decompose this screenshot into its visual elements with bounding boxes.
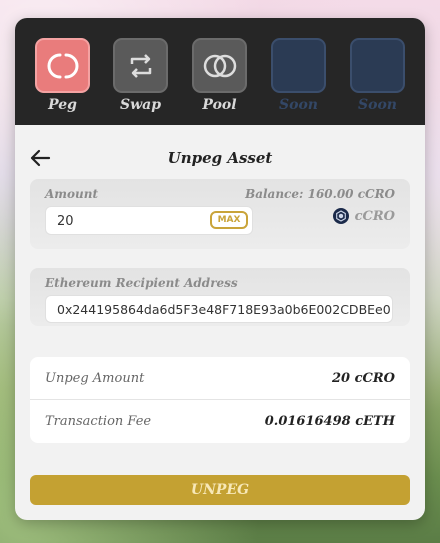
nav-label-soon-1: Soon [279, 97, 318, 113]
nav-item-soon-2: Soon [350, 38, 405, 113]
nav-label-pool: Pool [202, 97, 237, 113]
recipient-address-input[interactable]: 0x244195864da6d5F3e48F718E93a0b6E002CDBE… [45, 295, 393, 323]
nav-item-swap[interactable]: Swap [113, 38, 168, 113]
unpeg-panel: Peg Swap Pool Soon Soon Unpeg Asset Amou… [15, 18, 425, 520]
nav-item-pool[interactable]: Pool [192, 38, 247, 113]
token-name: cCRO [354, 208, 395, 224]
pool-icon [192, 38, 247, 93]
nav-label-soon-2: Soon [358, 97, 397, 113]
unpeg-amount-label: Unpeg Amount [45, 371, 145, 386]
page-title: Unpeg Asset [167, 149, 273, 167]
unpeg-amount-value: 20 cCRO [331, 371, 395, 386]
nav-label-peg: Peg [48, 97, 77, 113]
token-selector[interactable]: cCRO [332, 208, 395, 224]
balance-text: Balance: 160.00 cCRO [245, 187, 395, 201]
cro-token-icon [332, 208, 349, 224]
placeholder-tile [271, 38, 326, 93]
nav-bar: Peg Swap Pool Soon Soon [15, 18, 425, 125]
recipient-card: Ethereum Recipient Address 0x244195864da… [30, 268, 410, 326]
swap-icon [113, 38, 168, 93]
summary-divider [30, 399, 410, 400]
nav-label-swap: Swap [119, 97, 162, 113]
unpeg-content: Unpeg Asset Amount Balance: 160.00 cCRO … [15, 125, 425, 520]
max-button[interactable]: MAX [210, 211, 248, 229]
recipient-address-value: 0x244195864da6d5F3e48F718E93a0b6E002CDBE… [57, 302, 391, 317]
nav-item-peg[interactable]: Peg [35, 38, 90, 113]
fee-label: Transaction Fee [45, 414, 152, 429]
amount-label: Amount [45, 187, 99, 201]
peg-icon [35, 38, 90, 93]
amount-input[interactable]: 20 MAX [45, 206, 253, 235]
placeholder-tile [350, 38, 405, 93]
unpeg-button[interactable]: UNPEG [30, 475, 410, 505]
recipient-label: Ethereum Recipient Address [45, 276, 238, 290]
fee-value: 0.01616498 cETH [264, 414, 395, 429]
amount-card: Amount Balance: 160.00 cCRO 20 MAX cCRO [30, 179, 410, 249]
summary-card: Unpeg Amount 20 cCRO Transaction Fee 0.0… [30, 357, 410, 443]
nav-item-soon-1: Soon [271, 38, 326, 113]
amount-value: 20 [57, 214, 74, 229]
